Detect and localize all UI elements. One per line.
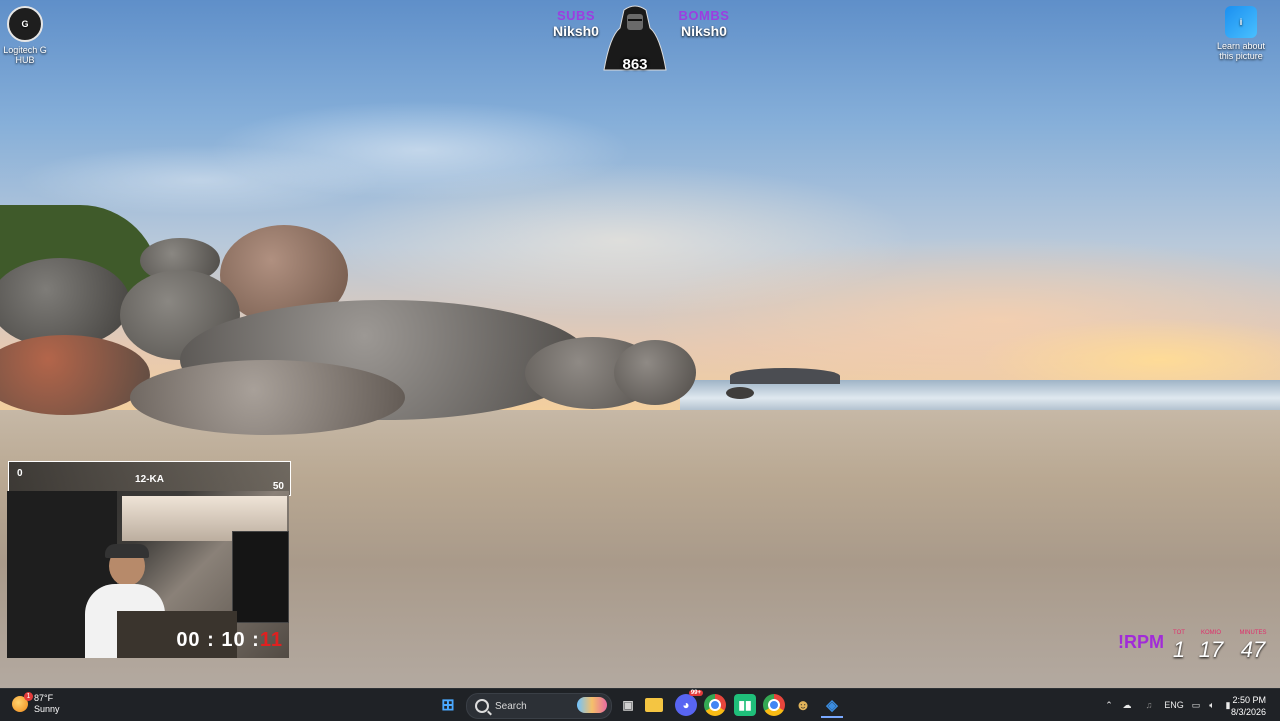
clock-date: 8/3/2026 [1230, 707, 1266, 717]
chevron-up-icon[interactable]: ⌃ [1102, 700, 1116, 711]
weather-widget[interactable]: 1 87°F Sunny [12, 692, 60, 715]
rpm-cell: KOMIO 17 [1198, 630, 1224, 662]
learn-about-picture-shortcut[interactable]: i Learn about this picture [1209, 6, 1273, 61]
discord-icon[interactable]: ◕ 99+ [675, 690, 703, 716]
rpm-tag: !RPM [1118, 632, 1164, 652]
shortcut-label: Learn about this picture [1216, 41, 1266, 61]
weather-temp: 87°F [34, 693, 54, 703]
logitech-g-hub-shortcut[interactable]: G Logitech G HUB [0, 6, 57, 65]
logitech-g-icon: G [7, 6, 43, 42]
bombs-label: BOMBS [678, 8, 730, 23]
island [730, 368, 840, 384]
audio-app-icon[interactable]: ▮▮ [734, 694, 756, 716]
editor-app-icon[interactable]: ◈ [821, 694, 843, 718]
system-clock[interactable]: 2:50 PM 8/3/2026 [1231, 694, 1266, 718]
game-app-icon[interactable]: ☻ [792, 694, 814, 716]
goal-name: 12-KA [135, 474, 164, 485]
search-icon [475, 699, 489, 713]
rpm-cell: TOT 1 [1172, 630, 1186, 662]
info-picture-icon: i [1225, 6, 1257, 38]
bombs-stat: BOMBS Niksh0 [668, 8, 740, 39]
onedrive-icon[interactable]: ☁ [1116, 700, 1138, 711]
clock-time: 2:50 PM [1232, 695, 1266, 705]
file-explorer-icon[interactable] [645, 698, 663, 712]
search-highlight-art [577, 697, 607, 713]
mascot-counter: 863 [622, 56, 648, 73]
discord-badge: 99+ [688, 690, 703, 696]
rpm-widget: !RPM TOT 1 KOMIO 17 MINUTES 47 [1118, 630, 1273, 664]
rock [614, 340, 696, 405]
search-placeholder: Search [495, 700, 527, 712]
sun-icon: 1 [12, 692, 33, 712]
chrome-profile-icon[interactable] [763, 694, 785, 716]
rock [130, 360, 405, 435]
rock [726, 387, 754, 399]
webcam-monitor [232, 531, 289, 623]
system-tray: ⌃ ☁ ♫ ENG ▭ 🔈︎ ▮ [1102, 689, 1236, 721]
stream-timer: 00 : 10 :11 [176, 629, 283, 651]
microphone-icon[interactable]: ♫ [1138, 700, 1160, 710]
webcam-feed: 00 : 10 :11 [7, 491, 289, 658]
language-indicator[interactable]: ENG [1160, 700, 1188, 710]
chrome-icon[interactable] [704, 694, 726, 716]
bombs-name: Niksh0 [681, 23, 727, 39]
shortcut-label: Logitech G HUB [3, 45, 47, 65]
taskbar: 1 87°F Sunny ⊞ Search ▣ ◕ 99+ ▮▮ ☻ ◈ ⌃ ☁… [0, 688, 1280, 721]
start-button[interactable]: ⊞ [437, 694, 459, 716]
taskbar-search-box[interactable]: Search [466, 693, 612, 719]
task-view-button[interactable]: ▣ [617, 694, 639, 716]
rpm-cell: MINUTES 47 [1239, 630, 1267, 662]
network-icon[interactable]: ▭ [1188, 700, 1204, 711]
volume-icon[interactable]: 🔈︎ [1204, 700, 1220, 711]
notification-badge: 1 [24, 692, 33, 701]
weather-condition: Sunny [34, 704, 60, 714]
